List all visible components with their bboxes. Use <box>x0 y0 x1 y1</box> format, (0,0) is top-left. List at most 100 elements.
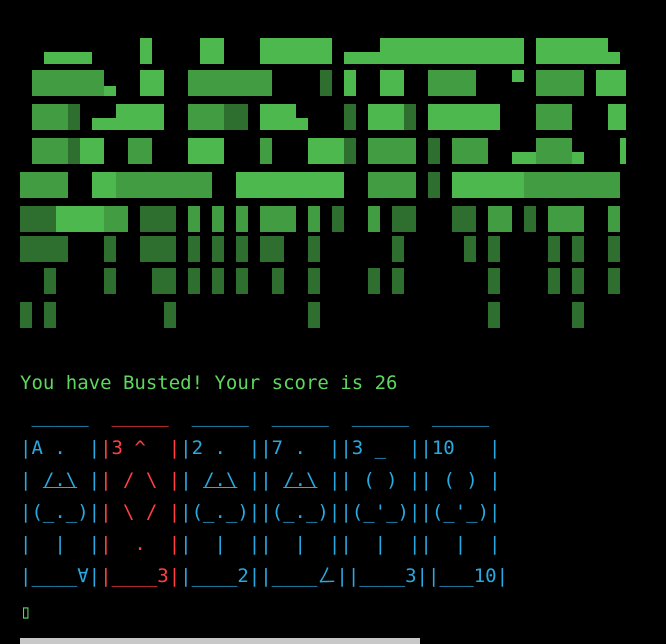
banner-block <box>260 38 332 64</box>
banner-block <box>308 138 344 164</box>
banner-block <box>140 38 152 64</box>
banner-block <box>332 206 344 232</box>
banner-block <box>188 236 200 262</box>
banner-block <box>548 206 584 232</box>
banner-block <box>236 236 248 262</box>
card-4-line-4: | | | <box>340 533 421 555</box>
banner-block <box>428 70 476 96</box>
banner-block <box>104 86 116 96</box>
banner-block <box>608 52 620 64</box>
banner-block <box>572 268 584 294</box>
card-0-line-4: | | | <box>20 533 101 555</box>
banner-block <box>104 268 116 294</box>
card-row-5: |____∀||____3||____2||____ㄥ||____3||___1… <box>20 560 508 592</box>
banner-block <box>32 138 68 164</box>
banner-block <box>260 104 296 130</box>
banner-block <box>368 268 380 294</box>
banner-block <box>20 302 32 328</box>
banner-block <box>56 206 104 232</box>
banner-block <box>308 268 320 294</box>
banner-block <box>488 268 500 294</box>
banner-block <box>116 104 164 130</box>
banner-block <box>236 268 248 294</box>
card-4-line-0: _____ <box>340 405 421 427</box>
card-4-line-3: |(_'_)| <box>340 501 421 523</box>
banner-block <box>212 268 224 294</box>
banner-block <box>80 138 104 164</box>
banner-block <box>20 172 68 198</box>
banner-block <box>452 172 524 198</box>
banner-block <box>140 206 176 232</box>
banner-block <box>524 206 536 232</box>
banner-block <box>68 138 80 164</box>
banner-block <box>512 152 536 164</box>
banner-block <box>224 104 248 130</box>
banner-block <box>32 70 104 96</box>
banner-block <box>572 302 584 328</box>
banner-block <box>308 206 320 232</box>
banner-block <box>368 206 380 232</box>
banner-block <box>272 268 284 294</box>
card-4-line-5: |____3| <box>347 565 428 587</box>
banner-block <box>140 70 164 96</box>
banner-block <box>572 236 584 262</box>
card-2-line-5: |____2| <box>180 565 261 587</box>
game-result-message: You have Busted! Your score is 26 <box>20 372 398 394</box>
card-4-line-1: |3 _ | <box>340 437 421 459</box>
banner-block <box>344 104 356 130</box>
card-5-line-2: | ( ) | <box>420 469 501 491</box>
banner-block <box>236 206 248 232</box>
banner-block <box>572 152 584 164</box>
banner-block <box>92 172 116 198</box>
banner-block <box>140 236 176 262</box>
banner-block <box>512 70 524 82</box>
banner-block <box>380 70 404 96</box>
banner-block <box>464 38 524 64</box>
banner-block <box>104 236 116 262</box>
banner-block <box>44 52 92 64</box>
card-row-2: | /.\ || / \ || /.\ || /.\ || ( ) || ( )… <box>20 464 508 496</box>
card-2-line-4: | | | <box>180 533 261 555</box>
banner-block <box>608 268 620 294</box>
banner-block <box>20 206 56 232</box>
banner-block <box>20 236 68 262</box>
banner-block <box>404 104 416 130</box>
banner-block <box>392 236 404 262</box>
card-row-3: |(_._)|| \ / ||(_._)||(_._)||(_'_)||(_'_… <box>20 496 508 528</box>
banner-block <box>212 236 224 262</box>
banner-block <box>368 104 404 130</box>
banner-block <box>620 138 626 164</box>
card-row-1: |A . ||3 ^ ||2 . ||7 . ||3 _ ||10 | <box>20 432 508 464</box>
card-1-line-1: |3 ^ | <box>100 437 181 459</box>
card-hand: _____ _____ _____ _____ _____ _____ |A .… <box>20 400 508 592</box>
banner-block <box>488 302 500 328</box>
banner-block <box>524 172 620 198</box>
banner-block <box>608 236 620 262</box>
banner-block <box>236 172 344 198</box>
card-5-line-5: |___10| <box>427 565 509 587</box>
horizontal-scrollbar[interactable] <box>20 638 420 644</box>
card-0-line-1: |A . | <box>20 437 101 459</box>
banner-block <box>188 206 200 232</box>
terminal-cursor[interactable]: ▯ <box>20 600 31 624</box>
terminal-window: You have Busted! Your score is 26 _____ … <box>0 0 666 644</box>
card-0-line-3: |(_._)| <box>20 501 101 523</box>
banner-block <box>596 70 626 96</box>
banner-block <box>392 268 404 294</box>
banner-block <box>260 138 272 164</box>
card-1-line-4: | . | <box>100 533 181 555</box>
banner-block <box>308 302 320 328</box>
card-1-line-3: | \ / | <box>100 501 181 523</box>
banner-block <box>188 70 272 96</box>
banner-block <box>212 206 224 232</box>
banner-block <box>536 104 572 130</box>
card-5-line-3: |(_'_)| <box>420 501 501 523</box>
banner-block <box>428 172 440 198</box>
banner-block <box>296 118 308 130</box>
banner-block <box>452 206 476 232</box>
card-4-line-2: | ( ) | <box>340 469 421 491</box>
banner-block <box>308 236 320 262</box>
card-1-line-5: |____3| <box>100 565 181 587</box>
banner-block <box>488 236 500 262</box>
card-3-line-4: | | | <box>260 533 341 555</box>
